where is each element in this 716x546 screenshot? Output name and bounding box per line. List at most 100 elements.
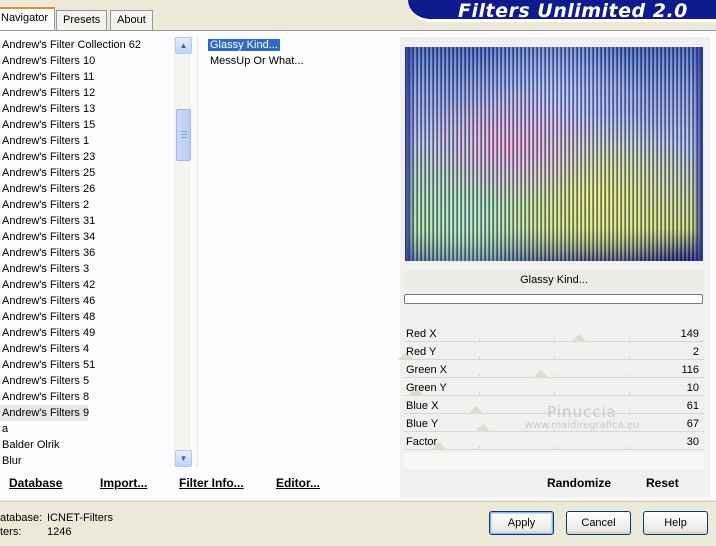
category-item[interactable]: Andrew's Filters 3 (0, 261, 174, 277)
param-row[interactable]: Green Y 10 (404, 379, 704, 397)
editor-button[interactable]: Editor... (276, 476, 320, 490)
category-item[interactable]: Andrew's Filters 13 (0, 101, 174, 117)
param-slider-tick (554, 392, 555, 396)
category-item[interactable]: Andrew's Filters 5 (0, 373, 174, 389)
param-slider-tick (479, 356, 480, 360)
tab-presets[interactable]: Presets (56, 10, 108, 30)
reset-button[interactable]: Reset (646, 476, 679, 490)
param-value: 30 (686, 436, 699, 448)
category-item[interactable]: Andrew's Filters 8 (0, 389, 174, 405)
param-row[interactable]: Factor 30 (404, 433, 704, 451)
category-item[interactable]: Andrew's Filters 26 (0, 181, 174, 197)
param-slider-thumb[interactable] (533, 370, 549, 378)
cancel-button[interactable]: Cancel (566, 511, 631, 535)
thumb-grip (181, 137, 187, 138)
param-value: 10 (686, 382, 699, 394)
param-row[interactable]: Green X 116 (404, 361, 704, 379)
param-slider-tick (554, 374, 555, 378)
param-slider-thumb[interactable] (571, 334, 587, 342)
param-slider-tick (629, 356, 630, 360)
category-item[interactable]: Balder Olrik (0, 437, 174, 453)
param-slider-tick (479, 374, 480, 378)
param-label: Green Y (406, 382, 447, 394)
category-item[interactable]: Andrew's Filters 51 (0, 357, 174, 373)
filter-item[interactable]: MessUp Or What... (198, 53, 393, 69)
filter-info-button[interactable]: Filter Info... (179, 476, 244, 490)
category-scrollbar[interactable]: ▲ ▼ (174, 37, 192, 467)
category-item[interactable]: Andrew's Filters 11 (0, 69, 174, 85)
database-label: atabase: (0, 512, 43, 524)
apply-button[interactable]: Apply (489, 511, 554, 535)
param-slider-tick (629, 446, 630, 450)
preview-edge (405, 47, 415, 261)
randomize-button[interactable]: Randomize (547, 476, 611, 490)
progress-bar (404, 294, 703, 304)
category-item[interactable]: Andrew's Filters 36 (0, 245, 174, 261)
filter-item-label: Glassy Kind... (208, 39, 280, 51)
thumb-grip (181, 134, 187, 135)
param-label: Blue X (406, 400, 439, 412)
category-item[interactable]: a (0, 421, 174, 437)
param-slider-tick (479, 338, 480, 342)
category-item[interactable]: Andrew's Filters 10 (0, 53, 174, 69)
preview-edge (693, 47, 703, 261)
filter-item[interactable]: Glassy Kind... (198, 37, 393, 53)
category-item[interactable]: Andrew's Filters 34 (0, 229, 174, 245)
category-item[interactable]: Andrew's Filters 12 (0, 85, 174, 101)
tab-navigator[interactable]: Navigator (0, 7, 56, 30)
param-value: 2 (692, 346, 699, 358)
chevron-up-icon: ▲ (179, 41, 188, 50)
tab-about[interactable]: About (110, 10, 153, 30)
param-slider-tick (554, 338, 555, 342)
param-label: Red X (406, 328, 437, 340)
category-item[interactable]: Andrew's Filters 49 (0, 325, 174, 341)
category-list[interactable]: Andrew's Filter Collection 62 Andrew's Fi… (0, 37, 174, 469)
category-item[interactable]: Blur (0, 453, 174, 469)
param-slider-tick (479, 392, 480, 396)
database-value: ICNET-Filters (47, 512, 113, 524)
watermark-name: Pinuccia (547, 403, 617, 421)
category-item[interactable]: Andrew's Filter Collection 62 (0, 37, 174, 53)
param-value: 116 (681, 364, 699, 376)
category-item[interactable]: Andrew's Filters 42 (0, 277, 174, 293)
category-item[interactable]: Andrew's Filters 23 (0, 149, 174, 165)
category-item[interactable]: Andrew's Filters 31 (0, 213, 174, 229)
param-slider-thumb[interactable] (475, 424, 491, 432)
param-slider-tick (629, 392, 630, 396)
param-label: Blue Y (406, 418, 439, 430)
category-item[interactable]: Andrew's Filters 48 (0, 309, 174, 325)
scroll-down-button[interactable]: ▼ (175, 450, 192, 467)
database-button[interactable]: Database (9, 476, 62, 490)
category-item[interactable]: Andrew's Filters 46 (0, 293, 174, 309)
filters-unlimited-dialog: Navigator Presets About Filters Unlimite… (0, 0, 716, 546)
param-row[interactable]: Red Y 2 (398, 343, 704, 361)
scroll-thumb[interactable] (176, 109, 191, 161)
category-item[interactable]: Andrew's Filters 1 (0, 133, 174, 149)
category-item[interactable]: Andrew's Filters 15 (0, 117, 174, 133)
watermark-url: www.maidiregrafica.eu (524, 420, 640, 431)
import-button[interactable]: Import... (100, 476, 147, 490)
param-value: 149 (680, 328, 699, 340)
category-item[interactable]: Andrew's Filters 2 (0, 197, 174, 213)
parameter-sliders: Red X 149 Red Y 2 Green X 116 Green Y 10 Blue X 6… (398, 325, 704, 451)
scroll-up-button[interactable]: ▲ (175, 37, 192, 54)
param-label: Green X (406, 364, 447, 376)
param-slider-tick (629, 338, 630, 342)
param-slider-thumb[interactable] (468, 406, 484, 414)
category-item[interactable]: Andrew's Filters 4 (0, 341, 174, 357)
filters-count-value: 1246 (47, 526, 72, 538)
param-value: 67 (686, 418, 699, 430)
category-item[interactable]: Andrew's Filters 9 (0, 405, 89, 421)
param-slider-tick (554, 446, 555, 450)
filter-item-label: MessUp Or What... (210, 55, 304, 67)
filters-count-label: ters: (0, 526, 22, 538)
param-row[interactable]: Red X 149 (404, 325, 704, 343)
category-item[interactable]: Andrew's Filters 25 (0, 165, 174, 181)
chevron-down-icon: ▼ (179, 454, 188, 463)
param-label: Factor (406, 436, 438, 448)
filter-preview-image (405, 47, 703, 261)
param-label: Red Y (406, 346, 437, 358)
help-button[interactable]: Help (643, 511, 708, 535)
param-slider-tick (629, 374, 630, 378)
filter-list[interactable]: Glassy Kind... MessUp Or What... (197, 37, 393, 469)
